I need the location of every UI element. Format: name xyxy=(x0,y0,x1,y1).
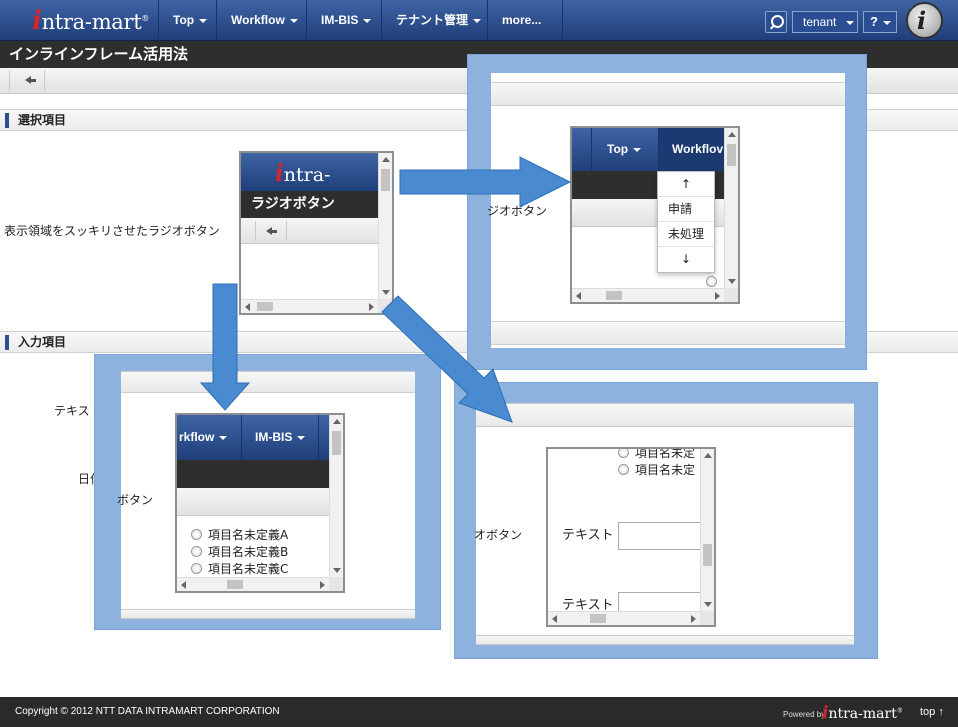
copyright-text: Copyright © 2012 NTT DATA INTRAMART CORP… xyxy=(15,706,280,717)
arrow-diagonal-annotation xyxy=(381,295,513,423)
footer-logo-text: ntra-mart xyxy=(828,706,897,722)
powered-by-text: Powered by xyxy=(783,710,826,719)
arrow-down-annotation xyxy=(199,283,251,411)
footer-logo-reg: ® xyxy=(896,707,903,715)
page-footer: Copyright © 2012 NTT DATA INTRAMART CORP… xyxy=(0,697,958,727)
back-to-top-link[interactable]: top ↑ xyxy=(920,706,944,718)
arrow-right-annotation xyxy=(399,156,572,208)
annotation-arrows xyxy=(199,156,572,423)
footer-logo: intra-mart® xyxy=(822,703,903,723)
